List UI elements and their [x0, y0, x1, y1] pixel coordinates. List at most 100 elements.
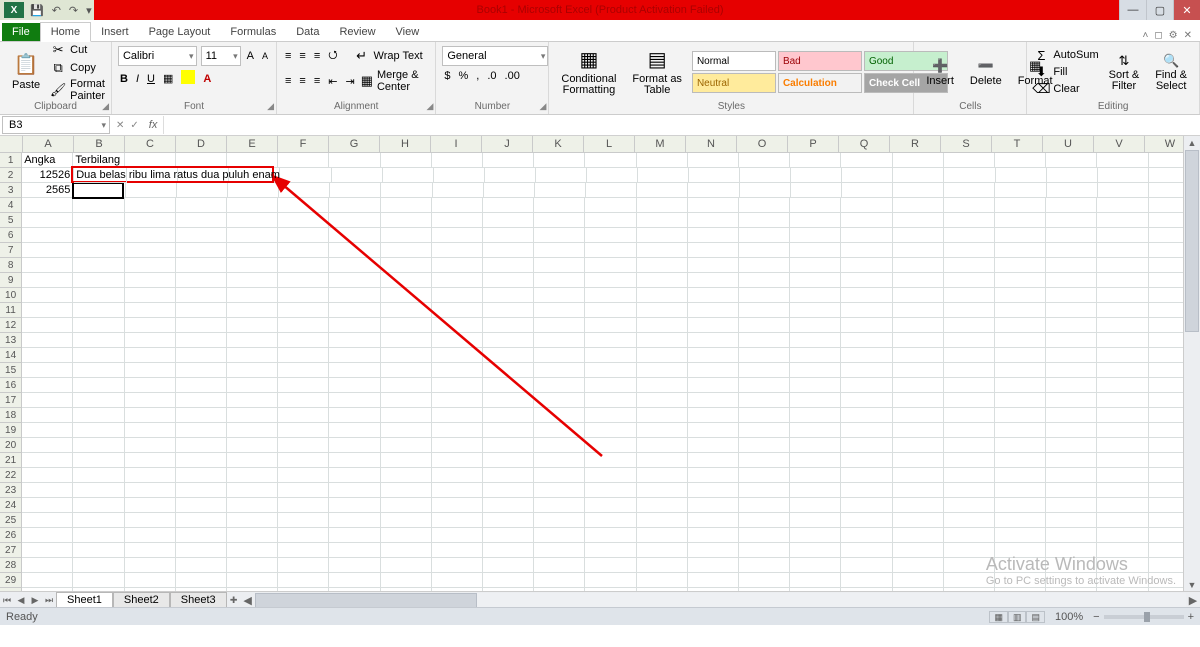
cell[interactable] — [688, 498, 739, 513]
cell[interactable] — [944, 183, 995, 198]
cell[interactable] — [125, 513, 176, 528]
cell[interactable] — [381, 243, 432, 258]
fill-color-button[interactable] — [179, 70, 197, 87]
cell[interactable] — [893, 468, 944, 483]
cell[interactable] — [22, 513, 73, 528]
tab-review[interactable]: Review — [329, 23, 385, 41]
cell[interactable] — [125, 453, 176, 468]
cell[interactable] — [1097, 273, 1148, 288]
cell[interactable] — [534, 303, 585, 318]
horizontal-scrollbar[interactable]: ◀ ▶ — [241, 592, 1200, 608]
cell[interactable] — [278, 468, 329, 483]
cell[interactable] — [995, 438, 1046, 453]
cell[interactable] — [893, 288, 944, 303]
cell[interactable] — [227, 153, 278, 168]
cell[interactable] — [534, 378, 585, 393]
cell[interactable] — [176, 198, 227, 213]
tab-file[interactable]: File — [2, 23, 40, 41]
cell[interactable] — [1097, 363, 1148, 378]
cell[interactable] — [432, 228, 483, 243]
cell[interactable] — [791, 168, 842, 183]
cell[interactable] — [944, 198, 995, 213]
cell[interactable] — [893, 453, 944, 468]
cell[interactable] — [534, 198, 585, 213]
cell[interactable] — [329, 303, 380, 318]
cell[interactable] — [278, 483, 329, 498]
cell[interactable] — [381, 543, 432, 558]
cell[interactable]: Angka — [22, 153, 73, 168]
save-icon[interactable]: 💾 — [28, 4, 46, 17]
cell[interactable] — [1097, 438, 1148, 453]
style-bad[interactable]: Bad — [778, 51, 862, 71]
cell[interactable] — [585, 378, 636, 393]
paste-button[interactable]: 📋 Paste — [6, 52, 46, 93]
cell[interactable] — [125, 423, 176, 438]
cell[interactable] — [73, 528, 124, 543]
cell[interactable] — [893, 303, 944, 318]
cell[interactable] — [638, 168, 689, 183]
cell[interactable] — [585, 438, 636, 453]
cell[interactable] — [432, 498, 483, 513]
row-header[interactable]: 9 — [0, 273, 22, 288]
cell[interactable] — [944, 318, 995, 333]
sheet-nav-first-icon[interactable]: ⏮ — [0, 595, 14, 606]
cell[interactable] — [381, 348, 432, 363]
cell[interactable] — [995, 423, 1046, 438]
tab-page-layout[interactable]: Page Layout — [139, 23, 221, 41]
cell[interactable] — [432, 423, 483, 438]
cell[interactable] — [534, 228, 585, 243]
redo-icon[interactable]: ↷ — [67, 4, 80, 17]
cell[interactable] — [227, 453, 278, 468]
cell[interactable] — [841, 528, 892, 543]
cell[interactable] — [125, 303, 176, 318]
cell[interactable] — [22, 228, 73, 243]
cell[interactable] — [176, 408, 227, 423]
fill-button[interactable]: ⬇Fill — [1033, 64, 1098, 80]
cell[interactable] — [329, 198, 380, 213]
cell[interactable] — [483, 423, 534, 438]
style-neutral[interactable]: Neutral — [692, 73, 776, 93]
cell[interactable] — [22, 423, 73, 438]
cell[interactable] — [176, 558, 227, 573]
percent-format-icon[interactable]: % — [457, 70, 471, 82]
row-header[interactable]: 27 — [0, 543, 22, 558]
cell[interactable] — [125, 258, 176, 273]
cell[interactable] — [278, 243, 329, 258]
cell[interactable] — [125, 228, 176, 243]
sheet-tab-2[interactable]: Sheet2 — [113, 592, 170, 607]
cell[interactable] — [176, 468, 227, 483]
cell[interactable] — [483, 543, 534, 558]
cell[interactable] — [1046, 288, 1097, 303]
cell[interactable] — [535, 183, 586, 198]
cell[interactable] — [381, 183, 432, 198]
cell[interactable] — [739, 258, 790, 273]
cell[interactable] — [1046, 573, 1097, 588]
cell[interactable] — [739, 393, 790, 408]
cell[interactable] — [227, 378, 278, 393]
zoom-slider[interactable] — [1104, 615, 1184, 619]
column-header[interactable]: L — [584, 136, 635, 152]
cell[interactable] — [432, 468, 483, 483]
cell[interactable] — [329, 393, 380, 408]
cell[interactable] — [841, 288, 892, 303]
cell[interactable] — [790, 333, 841, 348]
cell[interactable] — [790, 498, 841, 513]
cell[interactable] — [22, 288, 73, 303]
row-header[interactable]: 8 — [0, 258, 22, 273]
cell[interactable] — [585, 243, 636, 258]
cell[interactable] — [125, 273, 176, 288]
cell[interactable] — [22, 483, 73, 498]
column-header[interactable]: B — [74, 136, 125, 152]
number-dialog-launcher-icon[interactable]: ◢ — [539, 101, 546, 112]
cell[interactable] — [329, 423, 380, 438]
cell[interactable] — [278, 333, 329, 348]
column-header[interactable]: T — [992, 136, 1043, 152]
cell[interactable] — [278, 528, 329, 543]
cell[interactable] — [329, 348, 380, 363]
page-break-view-icon[interactable]: ▤ — [1026, 611, 1045, 623]
cell[interactable] — [278, 408, 329, 423]
cell[interactable] — [381, 453, 432, 468]
cell[interactable] — [893, 423, 944, 438]
cell[interactable] — [1046, 213, 1097, 228]
cell[interactable] — [73, 198, 124, 213]
